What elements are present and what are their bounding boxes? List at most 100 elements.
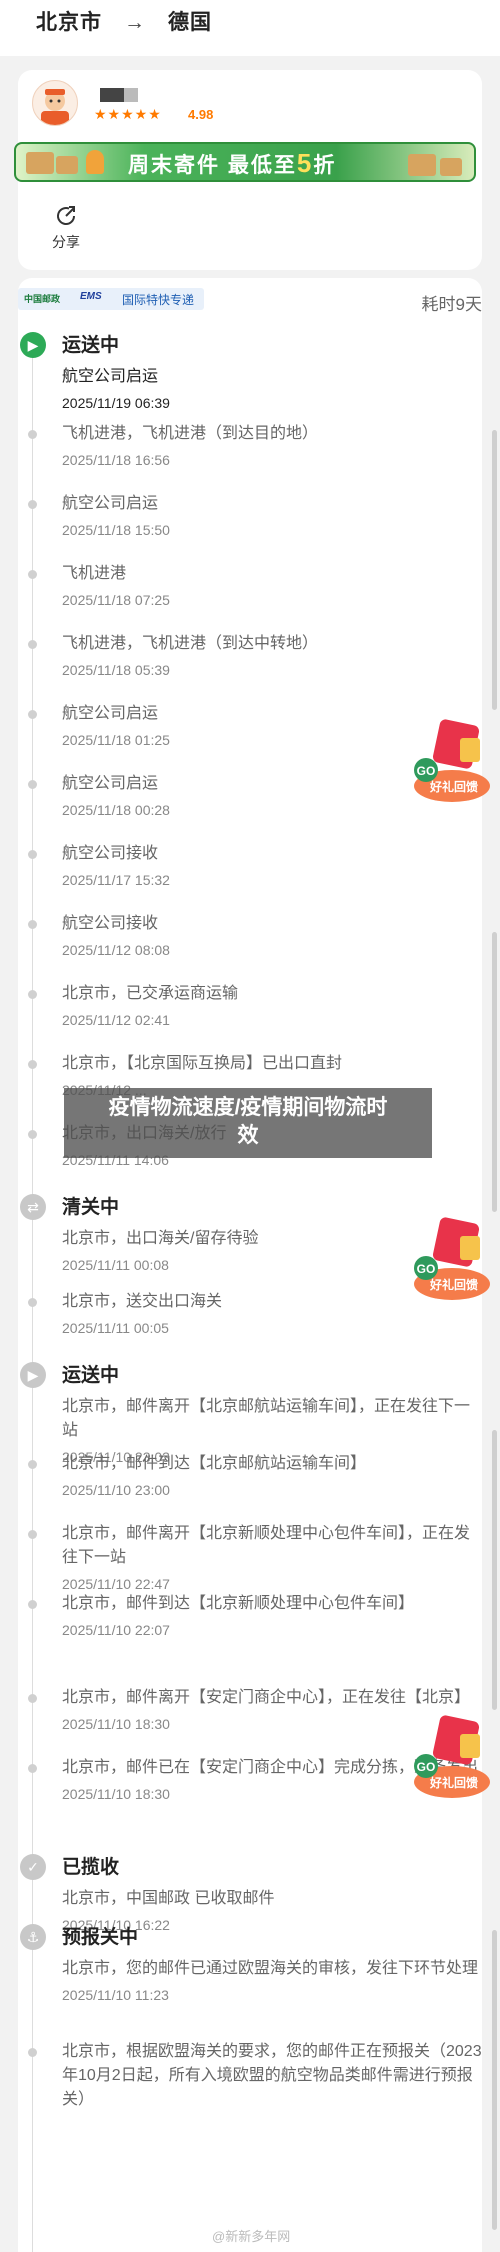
scrollbar-segment[interactable] bbox=[492, 430, 497, 710]
event-description: 飞机进港，飞机进港（到达目的地） bbox=[62, 425, 319, 442]
event-description: 航空公司启运 bbox=[62, 495, 159, 512]
timeline-event: 运送中航空公司启运 2025/11/19 06:39 bbox=[62, 330, 482, 411]
gift-icon: GO好礼回馈 bbox=[414, 1217, 490, 1300]
event-time: 2025/11/18 07:25 bbox=[62, 592, 170, 608]
timeline-dot bbox=[28, 1130, 37, 1139]
timeline-event: 飞机进港，飞机进港（到达目的地） 2025/11/18 16:56 bbox=[62, 422, 482, 468]
scrollbar-segment[interactable] bbox=[492, 1430, 497, 1710]
svg-text:好礼回馈: 好礼回馈 bbox=[429, 1277, 478, 1292]
gift-badge[interactable]: GO 好礼回馈 bbox=[410, 1216, 494, 1302]
destination-country: 德国 bbox=[168, 11, 212, 34]
promo-text: 周末寄件 最低至5折 bbox=[128, 148, 337, 178]
timeline-dot bbox=[28, 990, 37, 999]
event-status: 运送中 bbox=[62, 1365, 120, 1386]
timeline-dot bbox=[28, 640, 37, 649]
timeline-dot bbox=[28, 1060, 37, 1069]
timeline-dot bbox=[28, 1460, 37, 1469]
route-title: 北京市 → 德国 bbox=[36, 6, 212, 36]
event-description: 北京市，已交承运商运输 bbox=[62, 985, 239, 1002]
timeline-dot bbox=[28, 570, 37, 579]
courier-avatar bbox=[32, 80, 78, 126]
watermark: @新新多年网 bbox=[212, 2229, 291, 2244]
status-icon: ✓ bbox=[20, 1854, 46, 1880]
transit-duration: 耗时9天 bbox=[421, 295, 482, 314]
event-time: 2025/11/12 08:08 bbox=[62, 942, 170, 958]
event-time: 2025/11/18 15:50 bbox=[62, 522, 170, 538]
route-arrow: → bbox=[124, 11, 146, 34]
timeline-dot bbox=[28, 2048, 37, 2057]
sender-card: ★★★★★ 4.98 周末寄件 最低至5折 分享 bbox=[14, 70, 482, 270]
svg-text:好礼回馈: 好礼回馈 bbox=[429, 779, 478, 794]
timeline-event: 飞机进港，飞机进港（到达中转地） 2025/11/18 05:39 bbox=[62, 632, 482, 678]
event-description: 北京市，邮件到达【北京新顺处理中心包件车间】 bbox=[62, 1595, 415, 1612]
timeline-event: 航空公司启运 2025/11/18 15:50 bbox=[62, 492, 482, 538]
gift-badge[interactable]: GO 好礼回馈 bbox=[410, 718, 494, 804]
timeline-dot bbox=[28, 1298, 37, 1307]
timeline-event: 已揽收 北京市，中国邮政 已收取邮件 2025/11/10 16:22 bbox=[62, 1852, 482, 1933]
top-bar: 北京市 → 德国 bbox=[0, 0, 500, 56]
gift-icon: GO好礼回馈 bbox=[414, 1715, 490, 1798]
event-status: 已揽收 bbox=[62, 1857, 120, 1878]
share-label: 分享 bbox=[52, 234, 80, 250]
timeline-dot bbox=[28, 920, 37, 929]
event-description: 北京市，邮件离开【北京邮航站运输车间】，正在发往下一站 bbox=[62, 1398, 471, 1439]
rating-value: 4.98 bbox=[188, 107, 214, 122]
svg-text:GO: GO bbox=[417, 764, 436, 778]
event-description: 航空公司启运 bbox=[62, 368, 159, 385]
timeline-dot bbox=[28, 500, 37, 509]
timeline-event: 北京市，邮件离开【北京新顺处理中心包件车间】，正在发往下一站 2025/11/10… bbox=[62, 1522, 482, 1592]
timeline-dot bbox=[28, 430, 37, 439]
event-time: 2025/11/10 23:00 bbox=[62, 1482, 170, 1498]
event-time: 2025/11/11 00:05 bbox=[62, 1320, 169, 1336]
status-icon: ⇄ bbox=[20, 1194, 46, 1220]
scrollbar-segment[interactable] bbox=[492, 1930, 497, 2230]
gift-icon: GO好礼回馈 bbox=[414, 719, 490, 802]
event-time: 2025/11/18 00:28 bbox=[62, 802, 170, 818]
event-status: 清关中 bbox=[62, 1197, 120, 1218]
gift-badge[interactable]: GO 好礼回馈 bbox=[410, 1714, 494, 1800]
timeline-dot bbox=[28, 780, 37, 789]
event-time: 2025/11/19 06:39 bbox=[62, 395, 170, 411]
timeline-dot bbox=[28, 1764, 37, 1773]
timeline-event: 北京市，邮件到达【北京邮航站运输车间】 2025/11/10 23:00 bbox=[62, 1452, 482, 1498]
promo-banner[interactable]: 周末寄件 最低至5折 bbox=[14, 142, 476, 182]
sender-name-masked bbox=[100, 86, 140, 102]
timeline-dot bbox=[28, 710, 37, 719]
event-status: 运送中 bbox=[62, 335, 120, 356]
status-icon: ▶ bbox=[20, 332, 46, 358]
event-time: 2025/11/10 11:23 bbox=[62, 1987, 169, 2003]
timeline-event: 运送中 北京市，邮件离开【北京邮航站运输车间】，正在发往下一站 2025/11/10… bbox=[62, 1360, 482, 1465]
timeline-event: 北京市，邮件到达【北京新顺处理中心包件车间】 2025/11/10 22:07 bbox=[62, 1592, 482, 1638]
timeline-event: 航空公司接收 2025/11/17 15:32 bbox=[62, 842, 482, 888]
event-description: 飞机进港 bbox=[62, 565, 127, 582]
event-description: 航空公司接收 bbox=[62, 845, 159, 862]
svg-text:好礼回馈: 好礼回馈 bbox=[429, 1775, 478, 1790]
timeline-event: 飞机进港 2025/11/18 07:25 bbox=[62, 562, 482, 608]
event-description: 北京市，【北京国际互换局】已出口直封 bbox=[62, 1055, 343, 1072]
event-description: 北京市，根据欧盟海关的要求，您的邮件正在预报关（2023年10月2日起，所有入境… bbox=[62, 2043, 482, 2108]
carrier-logo: 中国邮政 EMS 国际特快专递 bbox=[18, 288, 204, 310]
status-icon: ⚓ bbox=[20, 1924, 46, 1950]
event-description: 北京市，邮件离开【北京新顺处理中心包件车间】，正在发往下一站 bbox=[62, 1525, 471, 1566]
timeline-dot bbox=[28, 850, 37, 859]
event-time: 2025/11/17 15:32 bbox=[62, 872, 170, 888]
event-time: 2025/11/12 02:41 bbox=[62, 1012, 170, 1028]
event-time: 2025/11/10 22:47 bbox=[62, 1576, 170, 1592]
event-description: 北京市，邮件离开【安定门商企中心】，正在发往【北京】 bbox=[62, 1689, 471, 1706]
event-time: 2025/11/18 05:39 bbox=[62, 662, 170, 678]
svg-text:GO: GO bbox=[417, 1262, 436, 1276]
event-description: 北京市，中国邮政 已收取邮件 bbox=[62, 1890, 275, 1907]
timeline-event: 航空公司接收 2025/11/12 08:08 bbox=[62, 912, 482, 958]
article-title-overlay: 疫情物流速度/疫情期间物流时效 bbox=[64, 1088, 432, 1158]
timeline-event: 北京市，已交承运商运输 2025/11/12 02:41 bbox=[62, 982, 482, 1028]
scrollbar-segment[interactable] bbox=[492, 932, 497, 1212]
timeline-dot bbox=[28, 1600, 37, 1609]
timeline-event: 北京市，根据欧盟海关的要求，您的邮件正在预报关（2023年10月2日起，所有入境… bbox=[62, 2040, 482, 2112]
event-description: 北京市，邮件到达【北京邮航站运输车间】 bbox=[62, 1455, 367, 1472]
rating-stars: ★★★★★ bbox=[94, 106, 162, 122]
status-icon: ▶ bbox=[20, 1362, 46, 1388]
timeline-dot bbox=[28, 1530, 37, 1539]
timeline-dot bbox=[28, 1694, 37, 1703]
share-button[interactable]: 分享 bbox=[46, 202, 86, 252]
event-time: 2025/11/18 16:56 bbox=[62, 452, 170, 468]
